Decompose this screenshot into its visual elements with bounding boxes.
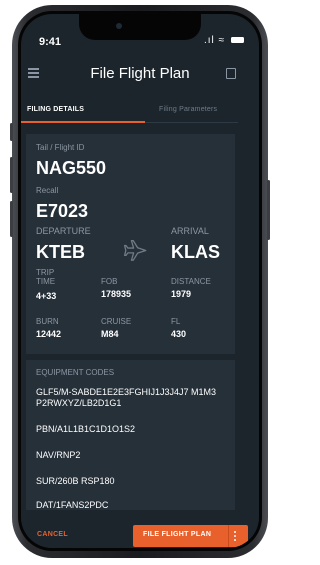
equipment-code-2: PBN/A1L1B1C1D1O1S2 xyxy=(36,424,136,434)
equipment-card: EQUIPMENT CODES GLF5/M-SABDE1E2E3FGHIJ1J… xyxy=(26,360,235,510)
file-flight-plan-button[interactable]: FILE FLIGHT PLAN xyxy=(133,525,248,547)
fl-value: 430 xyxy=(171,329,187,339)
cruise-value: M84 xyxy=(101,329,119,339)
mute-switch xyxy=(10,123,13,141)
departure-label: DEPARTURE xyxy=(36,226,91,236)
document-icon[interactable] xyxy=(226,68,236,79)
distance-label: DISTANCE xyxy=(171,277,211,286)
battery-icon xyxy=(230,37,244,44)
status-bar: 9:41 .ıl ≈ xyxy=(21,14,259,56)
tab-filing-details[interactable]: FILING DETAILS xyxy=(27,106,84,113)
trip-time-label-line2: TIME xyxy=(36,277,56,286)
trip-time-value: 4+33 xyxy=(36,291,57,301)
fl-label: FL xyxy=(171,317,181,326)
nav-bar: File Flight Plan xyxy=(21,62,259,88)
trip-time-label-line1: TRIP xyxy=(36,268,55,277)
kebab-icon[interactable] xyxy=(234,531,237,543)
airplane-icon xyxy=(123,240,147,261)
volume-up-button xyxy=(10,157,13,193)
equipment-code-5: DAT/1FANS2PDC xyxy=(36,500,109,510)
cancel-button[interactable]: CANCEL xyxy=(37,531,68,538)
fob-label: FOB xyxy=(101,277,118,286)
equipment-code-1: GLF5/M-SABDE1E2E3FGHIJ1J3J4J7 M1M3 P2RWX… xyxy=(36,387,217,408)
distance-value: 1979 xyxy=(171,289,192,299)
tail-label: Tail / Flight ID xyxy=(36,143,85,152)
flight-details-card: Tail / Flight ID NAG550 Recall E7023 DEP… xyxy=(26,134,235,354)
wifi-icon: ≈ xyxy=(218,35,226,46)
app-screen: 9:41 .ıl ≈ File Flight Plan FILING DETAI… xyxy=(21,14,259,548)
fob-value: 178935 xyxy=(101,289,132,299)
file-flight-plan-label: FILE FLIGHT PLAN xyxy=(143,531,212,538)
active-tab-indicator xyxy=(21,121,145,123)
notch xyxy=(79,14,201,40)
burn-label: BURN xyxy=(36,317,59,326)
tail-value[interactable]: NAG550 xyxy=(36,158,106,179)
tab-filing-parameters[interactable]: Filing Parameters xyxy=(159,106,217,113)
tab-divider xyxy=(145,122,238,123)
status-time: 9:41 xyxy=(39,36,62,48)
power-button xyxy=(267,180,270,240)
volume-down-button xyxy=(10,201,13,237)
system-icons: .ıl ≈ xyxy=(204,35,244,46)
camera-icon xyxy=(116,23,122,29)
recall-value[interactable]: E7023 xyxy=(36,201,88,222)
equipment-code-4: SUR/260B RSP180 xyxy=(36,476,115,486)
arrival-label: ARRIVAL xyxy=(171,226,209,236)
equipment-code-3: NAV/RNP2 xyxy=(36,450,81,460)
departure-value: KTEB xyxy=(36,242,85,262)
button-divider xyxy=(228,525,229,547)
arrival-value: KLAS xyxy=(171,242,220,262)
recall-label: Recall xyxy=(36,186,59,195)
equipment-label: EQUIPMENT CODES xyxy=(36,368,115,377)
signal-icon: .ıl xyxy=(204,35,215,46)
footer-bar: CANCEL FILE FLIGHT PLAN xyxy=(21,519,259,548)
page-title: File Flight Plan xyxy=(90,65,190,82)
burn-value: 12442 xyxy=(36,329,62,339)
cruise-label: CRUISE xyxy=(101,317,132,326)
tab-bar: FILING DETAILS Filing Parameters xyxy=(21,106,238,123)
